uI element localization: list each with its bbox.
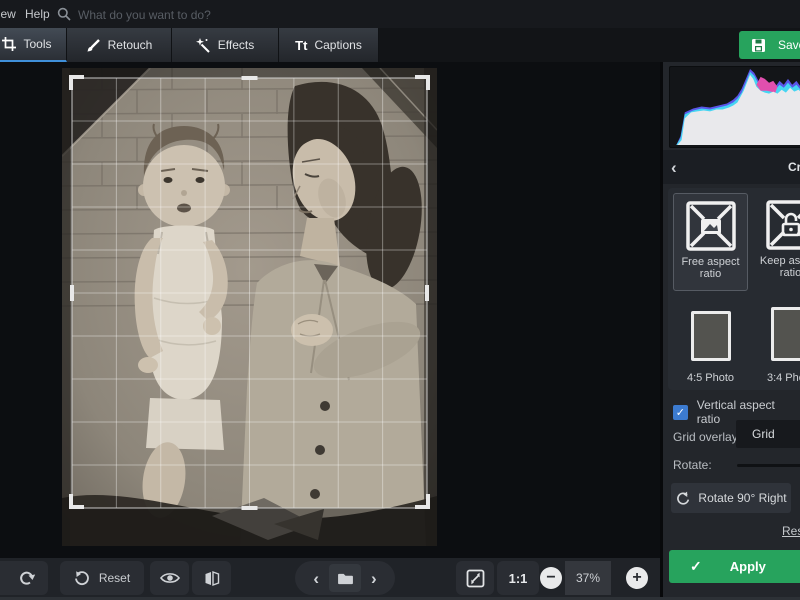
- rotate-row: Rotate:: [663, 454, 800, 480]
- 4-5-ratio-icon: [691, 311, 731, 361]
- tab-label: Effects: [218, 38, 254, 52]
- grid-overlay-label: Grid overlay:: [673, 430, 741, 444]
- panel-title: Crop: [788, 160, 800, 174]
- editing-canvas: [0, 62, 660, 597]
- checkbox-checked-icon[interactable]: ✓: [673, 405, 688, 420]
- photo-editor-window: { "menubar": { "items": [ {"label": "Vie…: [0, 0, 800, 600]
- free-aspect-icon: [684, 199, 738, 253]
- history-reset-button[interactable]: Reset: [60, 561, 144, 595]
- tab-tools[interactable]: Tools: [0, 28, 67, 62]
- grid-overlay-value: Grid: [752, 427, 775, 441]
- tab-effects[interactable]: Effects: [172, 28, 279, 62]
- open-folder-button[interactable]: [329, 564, 361, 592]
- back-chevron-icon[interactable]: ‹: [671, 159, 677, 176]
- search-icon: [57, 7, 71, 21]
- file-navigation-group: ‹ ›: [295, 561, 395, 595]
- folder-icon: [337, 572, 354, 585]
- text-icon: Tt: [295, 38, 307, 53]
- rotate-icon: [675, 491, 690, 506]
- fit-to-screen-button[interactable]: [456, 561, 494, 595]
- apply-button[interactable]: ✓ Apply: [669, 550, 800, 583]
- rotate-slider-track[interactable]: [737, 464, 800, 467]
- photo-with-crop-overlay[interactable]: [62, 68, 437, 546]
- tab-captions[interactable]: Tt Captions: [279, 28, 379, 62]
- save-label: Save: [778, 38, 800, 52]
- free-aspect-label: Free aspect ratio: [675, 256, 747, 280]
- old-photo-woman-holding-baby: [62, 68, 437, 546]
- previous-photo-chevron[interactable]: ‹: [311, 570, 321, 587]
- compare-icon: [204, 571, 220, 586]
- before-after-compare-button[interactable]: [192, 561, 231, 595]
- undo-redo-group: [0, 561, 48, 595]
- tab-bar: Tools Retouch Effects Tt Captions: [0, 28, 800, 62]
- crop-panel: ‹ Crop Free aspect ratio: [663, 62, 800, 600]
- magic-wand-icon: [196, 38, 211, 53]
- preset-4-5-label: 4:5 Photo: [675, 372, 747, 384]
- tab-label: Retouch: [108, 38, 153, 52]
- free-aspect-ratio-option[interactable]: Free aspect ratio: [673, 193, 748, 291]
- zoom-level-value: 37%: [576, 571, 600, 585]
- 3-4-ratio-icon: [771, 307, 800, 361]
- menu-item-help[interactable]: Help: [25, 7, 50, 21]
- plus-icon: +: [632, 570, 641, 586]
- menu-bar: View Help: [0, 0, 800, 28]
- save-icon: [751, 38, 766, 53]
- histogram: [669, 66, 800, 148]
- actual-size-button[interactable]: 1:1: [497, 561, 539, 595]
- brush-icon: [86, 38, 101, 53]
- redo-icon[interactable]: [18, 570, 36, 586]
- reset-icon: [74, 570, 90, 586]
- next-photo-chevron[interactable]: ›: [369, 570, 379, 587]
- rotate-90-label: Rotate 90° Right: [698, 491, 786, 505]
- preset-3-4-label: 3:4 Photo: [755, 372, 800, 384]
- grid-overlay-dropdown[interactable]: Grid: [736, 420, 800, 448]
- keep-aspect-icon: [764, 198, 800, 252]
- eye-icon: [160, 571, 180, 585]
- check-icon: ✓: [690, 558, 702, 575]
- fit-to-screen-icon: [466, 569, 485, 588]
- keep-aspect-ratio-option[interactable]: Keep aspect ratio: [753, 193, 800, 291]
- tab-label: Captions: [314, 38, 361, 52]
- crop-tool-icon: [2, 37, 16, 51]
- save-button[interactable]: Save: [739, 31, 800, 59]
- show-original-button[interactable]: [150, 561, 189, 595]
- panel-header: ‹ Crop: [663, 150, 800, 184]
- grid-overlay-row: Grid overlay: Grid: [663, 422, 800, 452]
- search-input[interactable]: [76, 4, 380, 26]
- rotate-label: Rotate:: [673, 458, 712, 472]
- one-to-one-label: 1:1: [509, 571, 528, 586]
- histogram-plot: [670, 67, 800, 145]
- minus-icon: −: [546, 570, 555, 586]
- apply-label: Apply: [730, 559, 766, 574]
- zoom-level-indicator[interactable]: 37%: [565, 561, 611, 595]
- crop-reset-link[interactable]: Reset: [782, 524, 800, 538]
- aspect-ratio-section: Free aspect ratio Keep aspect rati: [668, 188, 800, 390]
- tab-label: Tools: [23, 37, 51, 51]
- preset-3-4-photo[interactable]: 3:4 Photo: [753, 296, 800, 388]
- preset-4-5-photo[interactable]: 4:5 Photo: [673, 296, 748, 388]
- menu-item-view[interactable]: View: [0, 7, 16, 21]
- zoom-in-button[interactable]: +: [626, 567, 648, 589]
- tab-retouch[interactable]: Retouch: [67, 28, 172, 62]
- reset-label: Reset: [99, 571, 130, 585]
- rotate-90-right-button[interactable]: Rotate 90° Right: [671, 483, 791, 513]
- zoom-out-button[interactable]: −: [540, 567, 562, 589]
- bottom-toolbar: Reset ‹ › 1:1: [0, 558, 660, 597]
- keep-aspect-label: Keep aspect ratio: [755, 255, 800, 279]
